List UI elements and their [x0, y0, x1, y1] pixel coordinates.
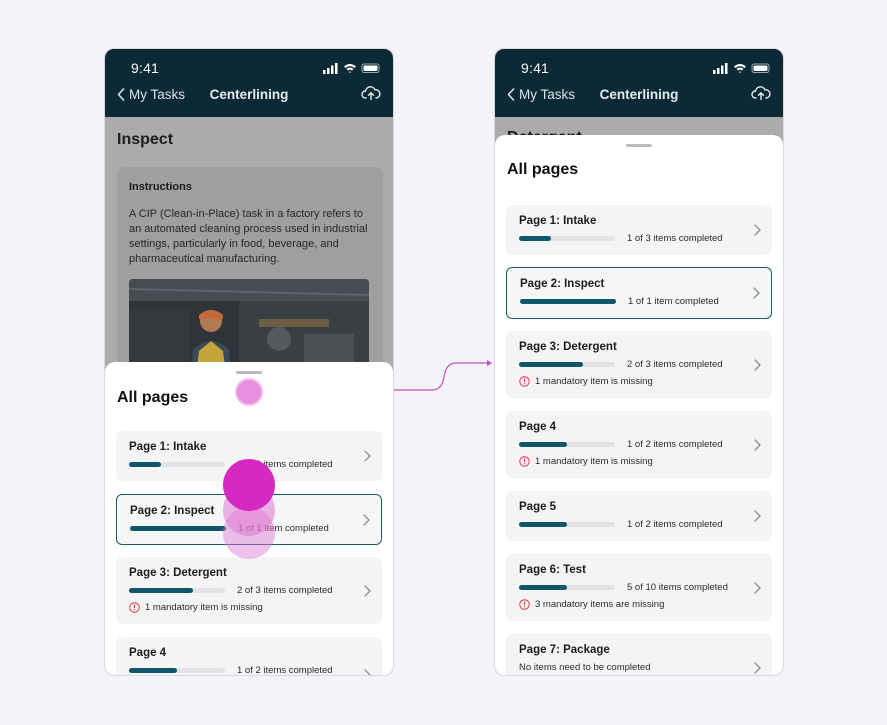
progress-fill: [519, 442, 567, 447]
progress-bar: [519, 522, 615, 527]
missing-items-warning: 3 mandatory items are missing: [519, 599, 664, 610]
page-name: Page 2: Inspect: [520, 278, 605, 290]
completion-count: 1 of 2 items completed: [237, 665, 333, 676]
progress-fill: [130, 526, 226, 531]
warning-icon: [519, 376, 530, 387]
page-name: Page 1: Intake: [519, 215, 597, 227]
warning-text: 1 mandatory item is missing: [535, 456, 653, 467]
progress-bar: [519, 362, 615, 367]
completion-count: 1 of 2 items completed: [627, 519, 723, 530]
progress-fill: [519, 522, 567, 527]
sheet-grabber[interactable]: [626, 144, 652, 147]
chevron-right-icon: [753, 287, 760, 299]
page-card-page-6[interactable]: Page 6: Test 5 of 10 items completed 3 m…: [506, 554, 772, 621]
touch-indicator-tap: [223, 459, 275, 511]
sheet-grabber[interactable]: [236, 371, 262, 374]
progress-fill: [129, 668, 177, 673]
warning-icon: [519, 456, 530, 467]
chevron-right-icon: [754, 581, 761, 594]
sheet-title: All pages: [117, 389, 189, 406]
missing-items-warning: 1 mandatory item is missing: [519, 376, 653, 387]
progress-fill: [129, 462, 161, 467]
progress-fill: [519, 236, 551, 241]
warning-text: 3 mandatory items are missing: [535, 599, 665, 610]
progress-bar: [130, 526, 226, 531]
page-name: Page 1: Intake: [129, 441, 207, 453]
completion-count: 1 of 3 items completed: [627, 233, 723, 244]
progress-fill: [520, 299, 616, 304]
chevron-right-icon: [364, 584, 371, 597]
missing-items-warning: 1 mandatory item is missing: [519, 456, 653, 467]
completion-count: 1 of 2 items completed: [627, 439, 723, 450]
nav-title: Centerlining: [599, 87, 679, 102]
page-card-page-2[interactable]: Page 2: Inspect 1 of 1 item completed: [506, 267, 772, 319]
completion-count: 1 of 1 item completed: [628, 296, 719, 307]
page-name: Page 3: Detergent: [519, 341, 617, 353]
warning-icon: [129, 602, 140, 613]
chevron-right-icon: [754, 510, 761, 522]
phone-screen-after: 9:41 My Tasks Centerlining Detergent All…: [494, 48, 784, 676]
page-card-page-4[interactable]: Page 4 1 of 2 items completed 1 mandator…: [506, 411, 772, 478]
chevron-right-icon: [364, 669, 371, 675]
page-name: Page 3: Detergent: [129, 567, 227, 579]
cloud-upload-icon[interactable]: [361, 85, 381, 106]
warning-text: 1 mandatory item is missing: [535, 376, 653, 387]
chevron-right-icon: [754, 438, 761, 451]
missing-items-warning: 1 mandatory item is missing: [129, 602, 263, 613]
no-items-note: No items need to be completed: [519, 662, 651, 673]
touch-indicator-grabber: [235, 378, 263, 406]
page-card-page-7[interactable]: Page 7: Package No items need to be comp…: [506, 634, 772, 675]
instructions-label: Instructions: [129, 181, 192, 193]
chevron-right-icon: [363, 513, 370, 526]
page-name: Page 5: [519, 501, 557, 513]
sheet-title: All pages: [507, 161, 579, 178]
status-icons: [713, 62, 771, 74]
progress-fill: [519, 362, 584, 367]
progress-bar: [520, 299, 616, 304]
chevron-right-icon: [754, 224, 761, 236]
chevron-right-icon: [364, 450, 371, 462]
app-bar: 9:41 My Tasks Centerlining: [495, 49, 783, 117]
page-name: Page 4: [129, 647, 167, 659]
signal-wifi-battery-icon: [713, 63, 770, 74]
progress-bar: [519, 442, 615, 447]
page-card-page-4[interactable]: Page 4 1 of 2 items completed: [116, 637, 382, 676]
warning-icon: [519, 599, 530, 610]
chevron-right-icon: [754, 358, 761, 371]
flow-arrow-icon: [394, 360, 492, 391]
completion-count: 2 of 3 items completed: [237, 585, 333, 596]
cloud-upload-icon[interactable]: [751, 85, 771, 106]
nav-title: Centerlining: [209, 87, 289, 102]
page-card-page-3[interactable]: Page 3: Detergent 2 of 3 items completed…: [506, 331, 772, 398]
progress-fill: [129, 588, 194, 593]
app-bar: 9:41 My Tasks Centerlining: [105, 49, 393, 117]
instructions-text: A CIP (Clean-in-Place) task in a factory…: [129, 208, 368, 265]
warning-text: 1 mandatory item is missing: [145, 602, 263, 613]
completion-count: 5 of 10 items completed: [627, 582, 728, 593]
progress-bar: [129, 588, 225, 593]
completion-count: 2 of 3 items completed: [627, 359, 723, 370]
signal-wifi-battery-icon: [323, 63, 380, 74]
status-time: 9:41: [521, 60, 550, 76]
all-pages-sheet: All pages Page 1: Intake 1 of 3 items co…: [495, 135, 783, 675]
page-name: Page 7: Package: [519, 644, 610, 656]
page-name: Page 2: Inspect: [130, 505, 215, 517]
chevron-right-icon: [754, 662, 761, 674]
progress-fill: [519, 585, 567, 590]
page-card-page-3[interactable]: Page 3: Detergent 2 of 3 items completed…: [116, 557, 382, 624]
page-name: Page 6: Test: [519, 564, 586, 576]
progress-bar: [519, 236, 615, 241]
progress-bar: [519, 585, 615, 590]
status-icons: [323, 62, 381, 74]
page-name: Page 4: [519, 421, 557, 433]
status-time: 9:41: [131, 60, 160, 76]
page-title: Inspect: [117, 131, 174, 148]
progress-bar: [129, 668, 225, 673]
page-card-page-1[interactable]: Page 1: Intake 1 of 3 items completed: [506, 205, 772, 255]
phone-screen-before: 9:41 My Tasks Centerlining Inspect Instr…: [104, 48, 394, 676]
progress-bar: [129, 462, 225, 467]
page-card-page-5[interactable]: Page 5 1 of 2 items completed: [506, 491, 772, 541]
